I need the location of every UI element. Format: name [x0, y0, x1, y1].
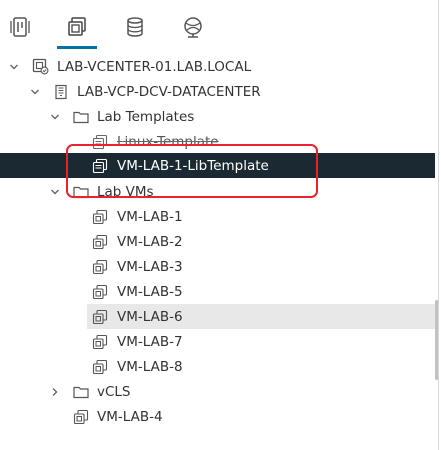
- vm-icon: [72, 408, 90, 426]
- panel-divider: [438, 0, 439, 450]
- tree-item-vm[interactable]: VM-LAB-6: [87, 304, 435, 329]
- chevron-down-icon[interactable]: [49, 186, 61, 198]
- chevron-down-icon[interactable]: [49, 111, 61, 123]
- vm-icon: [91, 358, 109, 376]
- datacenter-icon: [52, 83, 70, 101]
- tree-item-folder-lab-vms[interactable]: Lab VMs: [0, 179, 435, 204]
- vm-icon: [91, 208, 109, 226]
- tree-item-folder-lab-templates[interactable]: Lab Templates: [0, 104, 435, 129]
- vm-template-icon: [91, 157, 109, 175]
- tree-item-template-linux[interactable]: Linux-Template: [0, 129, 435, 154]
- tree-item-label: VM-LAB-6: [117, 308, 183, 325]
- tree-item-label: LAB-VCP-DCV-DATACENTER: [77, 83, 261, 100]
- tree-item-label: VM-LAB-4: [97, 408, 163, 425]
- tree-item-datacenter[interactable]: LAB-VCP-DCV-DATACENTER: [0, 79, 435, 104]
- inventory-tree: LAB-VCENTER-01.LAB.LOCAL LAB-VCP-DCV-DAT…: [0, 0, 441, 450]
- tree-item-label: VM-LAB-8: [117, 358, 183, 375]
- chevron-down-icon[interactable]: [29, 86, 41, 98]
- tree-item-label: VM-LAB-1: [117, 208, 183, 225]
- tree-item-vcenter[interactable]: LAB-VCENTER-01.LAB.LOCAL: [0, 54, 435, 79]
- tree-item-label: VM-LAB-1-LibTemplate: [117, 157, 269, 174]
- folder-icon: [72, 108, 90, 126]
- tree-item-label: LAB-VCENTER-01.LAB.LOCAL: [57, 58, 252, 75]
- vm-icon: [91, 258, 109, 276]
- tree-item-label: VM-LAB-5: [117, 283, 183, 300]
- tree-item-vm[interactable]: VM-LAB-5: [0, 279, 435, 304]
- tree-item-label: VM-LAB-2: [117, 233, 183, 250]
- vm-icon: [91, 283, 109, 301]
- tree-item-vm[interactable]: VM-LAB-4: [0, 404, 435, 429]
- tree-item-folder-vcls[interactable]: vCLS: [0, 379, 435, 404]
- folder-icon: [72, 183, 90, 201]
- tree-item-label: vCLS: [97, 383, 131, 400]
- tree-item-vm[interactable]: VM-LAB-2: [0, 229, 435, 254]
- chevron-right-icon[interactable]: [49, 386, 61, 398]
- tree-item-label: Lab Templates: [97, 108, 195, 125]
- vcenter-icon: [31, 58, 49, 76]
- vm-icon: [91, 233, 109, 251]
- tree-item-vm[interactable]: VM-LAB-1: [0, 204, 435, 229]
- vm-icon: [91, 308, 109, 326]
- vm-template-icon: [91, 133, 109, 151]
- tree-item-vm[interactable]: VM-LAB-8: [0, 354, 435, 379]
- tree-item-vm[interactable]: VM-LAB-7: [0, 329, 435, 354]
- vm-icon: [91, 333, 109, 351]
- folder-icon: [72, 383, 90, 401]
- tree-item-vm[interactable]: VM-LAB-3: [0, 254, 435, 279]
- chevron-down-icon[interactable]: [8, 61, 20, 73]
- tree-item-label: VM-LAB-3: [117, 258, 183, 275]
- tree-item-label: VM-LAB-7: [117, 333, 183, 350]
- tree-item-template-lib[interactable]: VM-LAB-1-LibTemplate: [0, 153, 435, 178]
- tree-item-label: Lab VMs: [97, 183, 154, 200]
- tree-item-label: Linux-Template: [117, 133, 219, 150]
